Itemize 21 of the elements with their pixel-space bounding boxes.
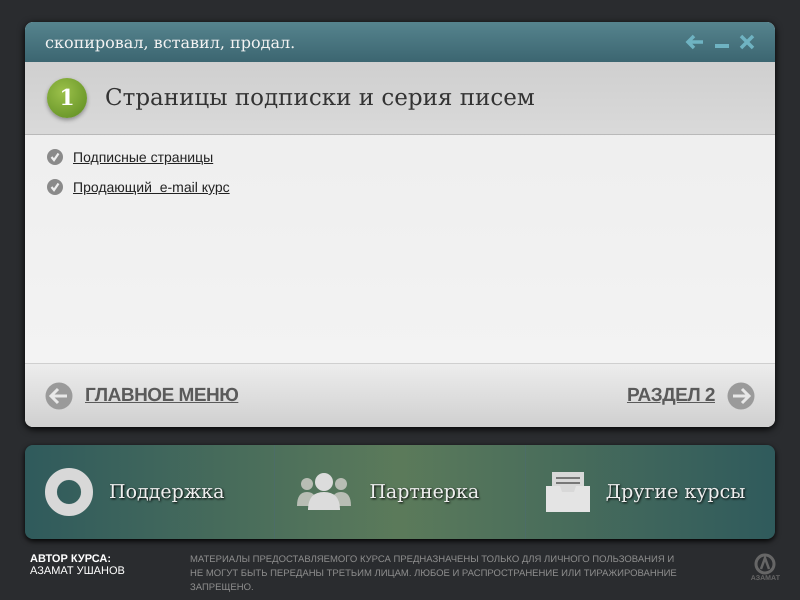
window-title: скопировал, вставил, продал. — [45, 32, 296, 52]
author-label: АВТОР КУРСА: — [30, 553, 112, 565]
lesson-link[interactable]: Продающий e-mail курс — [73, 179, 230, 195]
support-menu-label[interactable]: Поддержка — [109, 481, 224, 503]
inbox-tray-icon[interactable] — [546, 472, 590, 512]
lifebuoy-icon[interactable] — [45, 468, 93, 516]
partners-menu-label[interactable]: Партнерка — [369, 481, 480, 503]
close-icon[interactable] — [739, 34, 755, 50]
section-title: Страницы подписки и серия писем — [105, 85, 535, 111]
people-icon[interactable] — [295, 472, 354, 512]
logo-icon — [754, 553, 776, 575]
lesson-link[interactable]: Подписные страницы — [73, 149, 214, 165]
main-menu-link[interactable]: ГЛАВНОЕ МЕНЮ — [85, 384, 238, 406]
next-section-link[interactable]: РАЗДЕЛ 2 — [626, 384, 715, 406]
author-name: АЗАМАТ УШАНОВ — [30, 565, 126, 577]
back-arrow-icon[interactable] — [685, 34, 705, 50]
checkmark-icon — [47, 179, 63, 195]
checkmark-icon — [47, 149, 63, 165]
courses-menu-label[interactable]: Другие курсы — [606, 481, 746, 503]
copyright-notice: МАТЕРИАЛЫ ПРЕДОСТАВЛЯЕМОГО КУРСА ПРЕДНАЗНАЧЕНЫ ТОЛЬКО ДЛЯ ЛИЧНОГО ПОЛЬЗОВАНИЯ И НЕ МОГУТ БЫТЬ ПЕРЕДАНЫ ТРЕТЬИМ ЛИЦАМ. ЛЮБОЕ И РАСПРОСТРАНЕНИЕ ИЛИ ТИРАЖИРОВАННИЕ ЗАПРЕЩЕНО. — [190, 553, 678, 595]
section-number-badge: 1 — [47, 78, 87, 118]
